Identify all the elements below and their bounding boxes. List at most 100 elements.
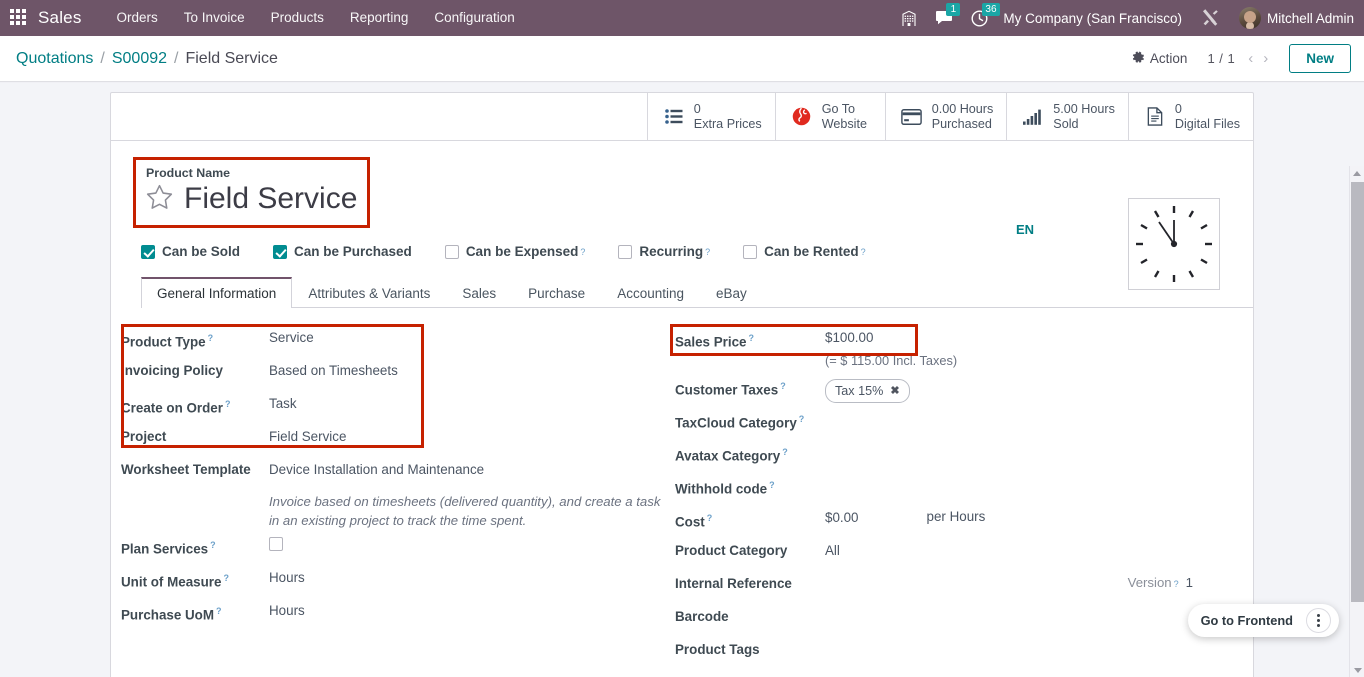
field-value[interactable]: $0.00 <box>825 505 859 527</box>
stat-button-text: 0.00 Hours Purchased <box>932 102 994 132</box>
field-value[interactable] <box>825 571 945 589</box>
label-text: Cost <box>675 514 705 530</box>
plan-services-checkbox[interactable] <box>269 537 283 551</box>
stat-button-digital-files[interactable]: 0 Digital Files <box>1129 93 1253 140</box>
field-value[interactable]: Device Installation and Maintenance <box>269 457 484 479</box>
breadcrumb-item-quotations[interactable]: Quotations <box>16 50 93 68</box>
tab-attributes-variants[interactable]: Attributes & Variants <box>292 277 446 308</box>
messages-icon[interactable]: 1 <box>935 0 961 36</box>
tab-sales[interactable]: Sales <box>446 277 512 308</box>
tab-general-information[interactable]: General Information <box>141 277 293 308</box>
tools-icon[interactable] <box>1201 0 1220 36</box>
field-value[interactable]: Tax 15% ✖ <box>825 373 910 403</box>
checkbox-can-be-expensed[interactable]: Can be Expensed? <box>444 244 585 259</box>
help-icon[interactable]: ? <box>782 447 788 457</box>
field-value[interactable] <box>825 406 945 424</box>
nav-item-products[interactable]: Products <box>258 0 337 36</box>
checkbox-can-be-purchased[interactable]: Can be Purchased <box>273 244 412 259</box>
remove-tag-icon[interactable]: ✖ <box>890 382 899 400</box>
help-icon[interactable]: ? <box>748 333 754 343</box>
field-value[interactable]: Hours <box>269 565 305 587</box>
help-icon[interactable]: ? <box>223 573 229 583</box>
checkbox-box[interactable] <box>743 244 758 259</box>
checkbox-recurring[interactable]: Recurring? <box>618 244 710 259</box>
checkbox-can-be-sold[interactable]: Can be Sold <box>141 244 240 259</box>
record-pager: 1 / 1 ‹ › <box>1207 51 1273 66</box>
field-value[interactable]: Task <box>269 391 297 413</box>
help-icon[interactable]: ? <box>216 606 222 616</box>
checkbox-box[interactable] <box>444 244 459 259</box>
stat-button-purchased[interactable]: 0.00 Hours Purchased <box>886 93 1008 140</box>
field-value[interactable] <box>825 472 945 490</box>
help-icon[interactable]: ? <box>769 480 775 490</box>
stat-value: 5.00 Hours <box>1053 101 1115 116</box>
stat-button-go-to-website[interactable]: Go To Website <box>776 93 886 140</box>
field-value[interactable]: Field Service <box>269 424 346 446</box>
checkbox-box[interactable] <box>273 244 288 259</box>
help-icon[interactable]: ? <box>705 247 710 257</box>
scroll-up-icon[interactable] <box>1350 166 1364 180</box>
help-icon[interactable]: ? <box>861 247 866 257</box>
tab-accounting[interactable]: Accounting <box>601 277 700 308</box>
tax-tag[interactable]: Tax 15% ✖ <box>825 379 910 403</box>
go-to-frontend-button[interactable]: Go to Frontend <box>1188 604 1306 637</box>
new-button[interactable]: New <box>1289 44 1351 73</box>
checkbox-box[interactable] <box>141 244 155 259</box>
product-name-value[interactable]: Field Service <box>184 181 357 217</box>
checkbox-can-be-rented[interactable]: Can be Rented? <box>743 244 866 259</box>
help-icon[interactable]: ? <box>580 247 585 257</box>
field-value[interactable]: Based on Timesheets <box>269 358 398 380</box>
apps-grid-icon[interactable] <box>10 9 28 27</box>
help-icon[interactable]: ? <box>707 513 713 523</box>
label-text: Avatax Category <box>675 448 781 464</box>
field-value[interactable]: Hours <box>269 598 305 620</box>
user-menu[interactable]: Mitchell Admin <box>1267 11 1354 26</box>
help-icon[interactable]: ? <box>780 381 786 391</box>
field-value[interactable] <box>825 439 945 457</box>
field-value[interactable]: $100.00 <box>825 325 873 347</box>
activities-clock-icon[interactable]: 36 <box>971 0 1000 36</box>
scroll-down-icon[interactable] <box>1350 663 1364 677</box>
field-value[interactable]: All <box>825 538 840 560</box>
nav-item-reporting[interactable]: Reporting <box>337 0 422 36</box>
stat-button-extra-prices[interactable]: 0 Extra Prices <box>648 93 776 140</box>
help-icon[interactable]: ? <box>210 540 216 550</box>
help-icon[interactable]: ? <box>208 333 214 343</box>
user-avatar[interactable] <box>1238 7 1261 29</box>
stat-button-sold[interactable]: 5.00 Hours Sold <box>1007 93 1129 140</box>
field-value[interactable] <box>825 604 945 622</box>
pager-next-icon[interactable]: › <box>1258 51 1273 66</box>
checkbox-box[interactable] <box>618 244 633 259</box>
app-brand-sales[interactable]: Sales <box>38 8 82 28</box>
file-icon <box>1142 107 1168 126</box>
field-value[interactable] <box>825 637 945 655</box>
stat-button-text: 0 Extra Prices <box>694 102 762 132</box>
help-icon[interactable]: ? <box>1174 579 1179 589</box>
breadcrumb-item-order[interactable]: S00092 <box>112 50 167 68</box>
product-image[interactable] <box>1128 198 1220 290</box>
tab-purchase[interactable]: Purchase <box>512 277 601 308</box>
enterprise-building-icon[interactable] <box>901 0 917 36</box>
company-selector[interactable]: My Company (San Francisco) <box>1003 11 1182 26</box>
stat-button-text: 5.00 Hours Sold <box>1053 102 1115 132</box>
vertical-scrollbar[interactable] <box>1349 166 1364 677</box>
star-icon[interactable] <box>146 184 173 215</box>
help-icon[interactable]: ? <box>225 399 231 409</box>
language-badge[interactable]: EN <box>1016 222 1034 237</box>
pager-value[interactable]: 1 / 1 <box>1207 51 1235 66</box>
more-options-icon[interactable] <box>1306 608 1331 633</box>
nav-item-orders[interactable]: Orders <box>104 0 171 36</box>
field-label: Unit of Measure? <box>121 565 269 591</box>
cost-unit-label: per Hours <box>926 509 986 524</box>
scrollbar-thumb[interactable] <box>1351 182 1364 602</box>
nav-item-to-invoice[interactable]: To Invoice <box>171 0 258 36</box>
help-icon[interactable]: ? <box>799 414 805 424</box>
nav-item-configuration[interactable]: Configuration <box>421 0 527 36</box>
label-text: Customer Taxes <box>675 382 779 398</box>
field-value[interactable]: Service <box>269 325 314 347</box>
pager-previous-icon[interactable]: ‹ <box>1243 51 1258 66</box>
action-button[interactable]: Action <box>1124 47 1196 71</box>
bar-chart-icon <box>1020 109 1046 125</box>
invoicing-policy-hint: Invoice based on timesheets (delivered q… <box>269 494 661 528</box>
tab-ebay[interactable]: eBay <box>700 277 763 308</box>
